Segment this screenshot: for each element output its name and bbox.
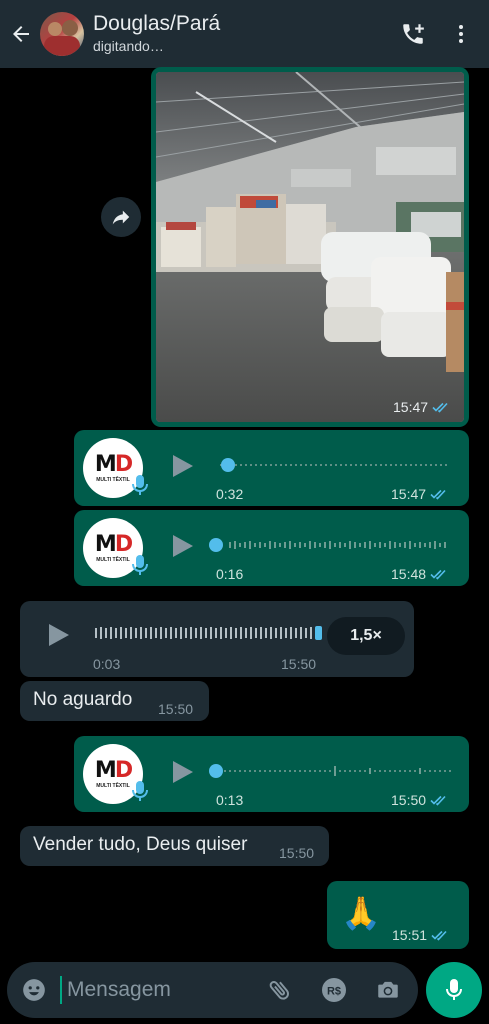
logo-mark: MD xyxy=(94,451,133,477)
voice-duration: 0:16 xyxy=(216,566,244,582)
image-message-meta: 15:47 xyxy=(393,399,450,415)
message-meta: 15:50 xyxy=(279,845,314,861)
message-meta: 15:50 xyxy=(158,701,193,717)
voice-waveform[interactable] xyxy=(208,537,454,553)
logo-mark: MD xyxy=(94,531,133,557)
back-arrow-icon xyxy=(13,26,29,42)
mic-icon xyxy=(132,555,148,575)
message-time: 15:47 xyxy=(391,486,427,502)
double-check-icon xyxy=(432,402,448,413)
emoji-icon xyxy=(23,979,45,1001)
message-composer[interactable]: Mensagem R$ xyxy=(7,962,418,1018)
message-time: 15:47 xyxy=(393,399,429,415)
mic-icon xyxy=(132,781,148,801)
voice-message-meta: 15:48 xyxy=(391,566,448,582)
mic-icon xyxy=(446,979,462,1000)
payment-button[interactable]: R$ xyxy=(318,974,350,1006)
message-time: 15:50 xyxy=(391,792,427,808)
voice-message[interactable]: MD MULTI TÊXTIL 0:16 15:48 xyxy=(74,510,469,586)
attach-icon xyxy=(269,981,289,1000)
more-options-button[interactable] xyxy=(437,0,485,68)
message-text: Vender tudo, Deus quiser xyxy=(33,834,248,855)
logo-text: MULTI TÊXTIL xyxy=(96,556,130,563)
logo-text: MULTI TÊXTIL xyxy=(96,476,130,483)
play-icon[interactable] xyxy=(168,532,196,560)
contact-avatar[interactable] xyxy=(40,12,84,56)
play-icon[interactable] xyxy=(168,758,196,786)
voice-duration: 0:03 xyxy=(93,656,121,672)
voice-waveform[interactable] xyxy=(216,457,452,473)
voice-message[interactable]: MD MULTI TÊXTIL 0:32 15:47 xyxy=(74,430,469,506)
message-time: 15:48 xyxy=(391,566,427,582)
forward-icon xyxy=(112,210,130,225)
add-call-icon xyxy=(403,24,424,44)
contact-info[interactable]: Douglas/Pará digitando… xyxy=(93,12,389,56)
text-cursor xyxy=(60,976,62,1004)
attach-button[interactable] xyxy=(264,974,296,1006)
voice-message[interactable]: MD MULTI TÊXTIL 0:13 15:50 xyxy=(74,736,469,812)
voice-waveform[interactable] xyxy=(94,624,326,642)
message-meta: 15:51 xyxy=(392,927,449,943)
payment-icon: R$ xyxy=(322,978,346,1002)
message-time: 15:50 xyxy=(281,656,317,672)
message-emoji: 🙏 xyxy=(341,895,381,931)
voice-message-meta: 15:50 xyxy=(281,656,316,672)
message-time: 15:51 xyxy=(392,927,428,943)
double-check-icon xyxy=(430,569,446,580)
message-input[interactable]: Mensagem xyxy=(67,978,171,1002)
text-message-incoming[interactable]: No aguardo 15:50 xyxy=(20,681,209,721)
playback-speed-button[interactable]: 1,5× xyxy=(327,617,405,655)
emoji-message[interactable]: 🙏 15:51 xyxy=(327,881,469,949)
play-icon[interactable] xyxy=(44,621,72,649)
logo-mark: MD xyxy=(94,757,133,783)
contact-name: Douglas/Pará xyxy=(93,12,221,35)
forward-button[interactable] xyxy=(101,197,141,237)
double-check-icon xyxy=(430,489,446,500)
voice-waveform[interactable] xyxy=(208,763,454,779)
camera-icon xyxy=(378,981,398,998)
voice-message-meta: 15:50 xyxy=(391,792,448,808)
message-time: 15:50 xyxy=(279,845,315,861)
double-check-icon xyxy=(431,930,447,941)
contact-status: digitando… xyxy=(93,38,164,54)
emoji-button[interactable] xyxy=(18,974,50,1006)
message-time: 15:50 xyxy=(158,701,194,717)
add-call-button[interactable] xyxy=(389,0,437,68)
voice-duration: 0:13 xyxy=(216,792,244,808)
more-vert-icon xyxy=(459,25,463,43)
chat-header: Douglas/Pará digitando… xyxy=(0,0,489,68)
svg-text:R$: R$ xyxy=(327,986,341,998)
double-check-icon xyxy=(430,795,446,806)
text-message-incoming[interactable]: Vender tudo, Deus quiser 15:50 xyxy=(20,826,329,866)
warehouse-photo[interactable] xyxy=(156,72,464,422)
record-voice-button[interactable] xyxy=(426,962,482,1018)
voice-duration: 0:32 xyxy=(216,486,244,502)
voice-message-meta: 15:47 xyxy=(391,486,448,502)
message-text: No aguardo xyxy=(33,689,133,710)
logo-text: MULTI TÊXTIL xyxy=(96,782,130,789)
back-button[interactable] xyxy=(2,0,40,68)
mic-icon xyxy=(132,475,148,495)
camera-button[interactable] xyxy=(372,974,404,1006)
play-icon[interactable] xyxy=(168,452,196,480)
